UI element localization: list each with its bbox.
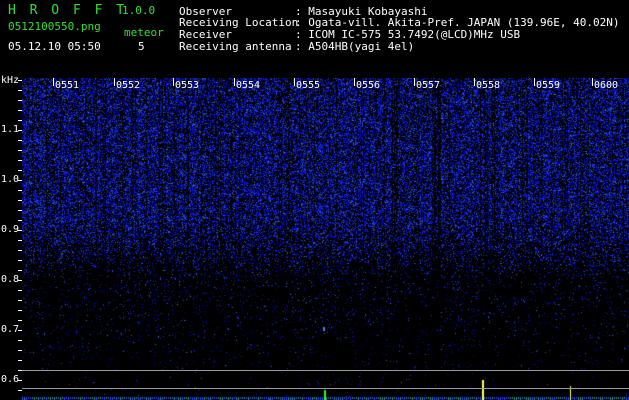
y-tick xyxy=(18,330,22,331)
y-tick xyxy=(18,340,22,341)
time-label-0552: 0552 xyxy=(116,80,141,91)
y-tick xyxy=(18,350,22,351)
y-tick xyxy=(18,290,22,291)
y-tick xyxy=(18,140,22,141)
field-antenna-value: : A504HB(yagi 4el) xyxy=(295,40,415,53)
time-tick xyxy=(592,78,593,86)
y-tick xyxy=(18,240,22,241)
meteor-count: 5 xyxy=(138,40,145,53)
time-tick xyxy=(474,78,475,86)
time-label-0555: 0555 xyxy=(296,80,321,91)
y-tick xyxy=(18,170,22,171)
y-tick xyxy=(18,230,22,231)
time-label-0559: 0559 xyxy=(536,80,561,91)
y-tick xyxy=(18,390,22,391)
time-label-0556: 0556 xyxy=(356,80,381,91)
meteor-label: meteor xyxy=(124,26,164,39)
time-tick xyxy=(53,78,54,86)
y-label-0-9: 0.9 xyxy=(1,224,20,235)
time-tick xyxy=(414,78,415,86)
time-tick xyxy=(354,78,355,86)
time-label-0600: 0600 xyxy=(594,80,619,91)
time-label-0551: 0551 xyxy=(55,80,80,91)
field-antenna-label: Receiving antenna xyxy=(179,40,292,53)
observation-datetime: 05.12.10 05:50 xyxy=(8,40,101,53)
time-label-0558: 0558 xyxy=(476,80,501,91)
header-panel: H R O F F T 1.0.0 0512100550.png meteor … xyxy=(0,0,629,78)
y-tick xyxy=(18,90,22,91)
y-tick xyxy=(18,300,22,301)
y-tick xyxy=(18,120,22,121)
reference-line-lower xyxy=(22,388,629,389)
y-tick xyxy=(18,250,22,251)
y-tick xyxy=(18,130,22,131)
y-label-1-1: 1.1 xyxy=(1,124,20,135)
y-tick xyxy=(18,200,22,201)
file-name: 0512100550.png xyxy=(8,20,101,33)
y-label-0-8: 0.8 xyxy=(1,274,20,285)
app-version: 1.0.0 xyxy=(122,4,156,17)
y-tick xyxy=(18,370,22,371)
spectrogram-canvas xyxy=(22,78,629,400)
y-tick xyxy=(18,280,22,281)
time-label-0557: 0557 xyxy=(416,80,441,91)
time-tick xyxy=(294,78,295,86)
y-tick xyxy=(18,360,22,361)
y-tick xyxy=(18,310,22,311)
app-name: H R O F F T xyxy=(8,3,128,18)
y-tick xyxy=(18,80,22,81)
axis-unit: kHz xyxy=(1,75,20,86)
y-tick xyxy=(18,320,22,321)
y-label-0-6: 0.6 xyxy=(1,374,20,385)
time-tick xyxy=(173,78,174,86)
spectrogram-panel xyxy=(22,78,629,400)
time-label-0553: 0553 xyxy=(175,80,200,91)
time-tick xyxy=(234,78,235,86)
y-tick xyxy=(18,220,22,221)
y-tick xyxy=(18,260,22,261)
time-tick xyxy=(534,78,535,86)
time-tick xyxy=(114,78,115,86)
time-label-0554: 0554 xyxy=(236,80,261,91)
y-label-0-7: 0.7 xyxy=(1,324,20,335)
y-tick xyxy=(18,270,22,271)
y-tick xyxy=(18,190,22,191)
y-tick xyxy=(18,180,22,181)
y-tick xyxy=(18,100,22,101)
y-label-1-0: 1.0 xyxy=(1,174,20,185)
y-tick xyxy=(18,210,22,211)
y-tick xyxy=(18,110,22,111)
reference-line-upper xyxy=(22,370,629,371)
y-tick xyxy=(18,380,22,381)
y-tick xyxy=(18,150,22,151)
y-tick xyxy=(18,160,22,161)
